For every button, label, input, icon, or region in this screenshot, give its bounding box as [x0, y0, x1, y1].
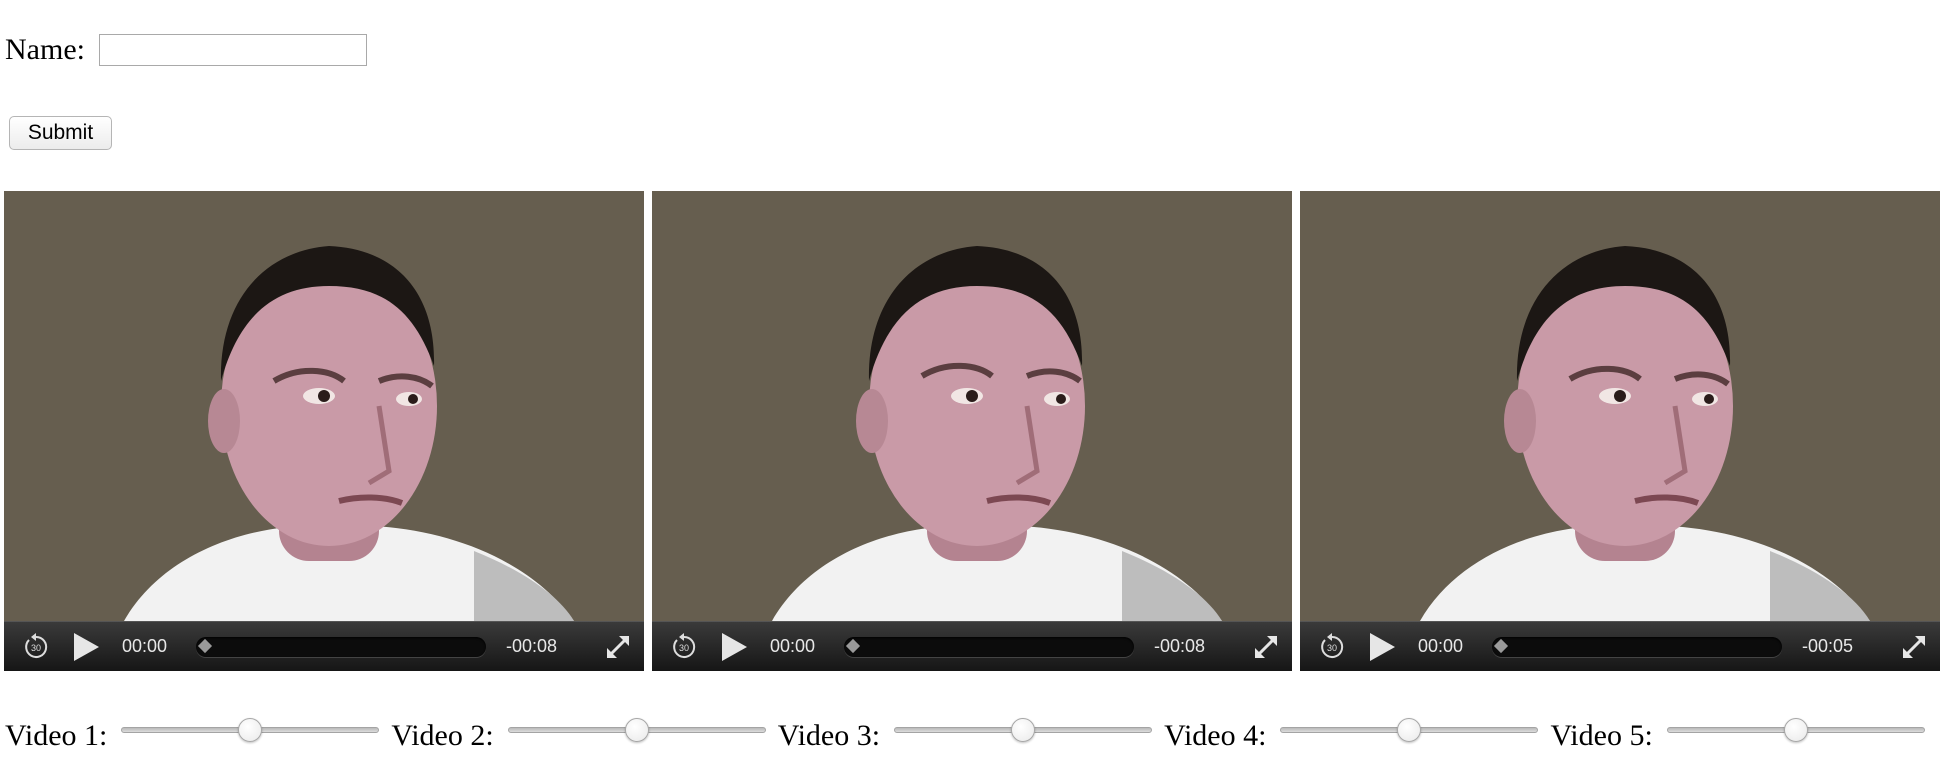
slider-label: Video 3: — [777, 719, 881, 752]
name-row: Name: — [5, 30, 367, 70]
rating-slider[interactable] — [121, 718, 380, 754]
current-time: 00:00 — [770, 636, 816, 656]
fullscreen-icon[interactable] — [1894, 633, 1934, 661]
video-frame — [4, 191, 644, 621]
rating-slider[interactable] — [507, 718, 766, 754]
slider-thumb[interactable] — [1011, 718, 1036, 742]
play-icon[interactable] — [66, 631, 106, 663]
rewind-30-icon[interactable]: 30 — [16, 632, 56, 662]
name-label: Name: — [5, 33, 85, 66]
fullscreen-icon[interactable] — [598, 633, 638, 661]
video-controls: 30 00:00 -00:08 — [4, 621, 644, 671]
svg-text:30: 30 — [679, 643, 689, 653]
progress-knob[interactable] — [1493, 638, 1509, 653]
page: Name: Submit 30 00:00 -00:08 30 00:00 -0… — [0, 0, 1946, 757]
video-player-3[interactable]: 30 00:00 -00:05 — [1300, 191, 1940, 671]
video-player-2[interactable]: 30 00:00 -00:08 — [652, 191, 1292, 671]
progress-track[interactable] — [196, 636, 486, 657]
video-controls: 30 00:00 -00:08 — [652, 621, 1292, 671]
slider-video-4: Video 4: — [1164, 718, 1539, 754]
slider-thumb[interactable] — [624, 718, 649, 742]
progress-track[interactable] — [1492, 636, 1782, 657]
rating-sliders: Video 1: Video 2: Video 3: Video 4: Vide… — [5, 718, 1937, 754]
video-frame — [652, 191, 1292, 621]
progress-knob[interactable] — [845, 638, 861, 653]
remaining-time: -00:05 — [1802, 636, 1854, 656]
rating-slider[interactable] — [1666, 718, 1925, 754]
video-player-1[interactable]: 30 00:00 -00:08 — [4, 191, 644, 671]
submit-button[interactable]: Submit — [9, 116, 112, 150]
current-time: 00:00 — [1418, 636, 1464, 656]
slider-video-3: Video 3: — [777, 718, 1153, 754]
svg-text:30: 30 — [31, 643, 41, 653]
current-time: 00:00 — [122, 636, 168, 656]
play-icon[interactable] — [1362, 631, 1402, 663]
video-controls: 30 00:00 -00:05 — [1300, 621, 1940, 671]
name-input[interactable] — [98, 34, 367, 66]
remaining-time: -00:08 — [506, 636, 558, 656]
slider-video-5: Video 5: — [1550, 718, 1925, 754]
video-grid: 30 00:00 -00:08 30 00:00 -00:08 30 00:00… — [4, 191, 1940, 671]
slider-label: Video 1: — [5, 719, 108, 752]
slider-thumb[interactable] — [238, 718, 263, 742]
progress-knob[interactable] — [197, 638, 213, 653]
svg-text:30: 30 — [1327, 643, 1337, 653]
rewind-30-icon[interactable]: 30 — [1312, 632, 1352, 662]
slider-thumb[interactable] — [1783, 718, 1808, 742]
rating-slider[interactable] — [1280, 718, 1539, 754]
slider-label: Video 2: — [391, 719, 494, 752]
slider-label: Video 4: — [1164, 719, 1267, 752]
video-frame — [1300, 191, 1940, 621]
slider-thumb[interactable] — [1397, 718, 1422, 742]
progress-track[interactable] — [844, 636, 1134, 657]
slider-video-1: Video 1: — [5, 718, 380, 754]
fullscreen-icon[interactable] — [1246, 633, 1286, 661]
rating-slider[interactable] — [894, 718, 1153, 754]
slider-label: Video 5: — [1550, 719, 1653, 752]
remaining-time: -00:08 — [1154, 636, 1206, 656]
rewind-30-icon[interactable]: 30 — [664, 632, 704, 662]
play-icon[interactable] — [714, 631, 754, 663]
slider-video-2: Video 2: — [391, 718, 766, 754]
